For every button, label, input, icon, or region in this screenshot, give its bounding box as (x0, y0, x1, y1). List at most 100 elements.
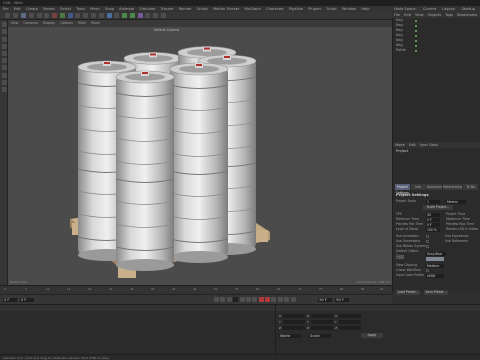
size-y-input[interactable] (310, 320, 333, 324)
position-key-icon[interactable] (277, 297, 283, 302)
array-icon[interactable] (129, 13, 135, 18)
attr-menu-edit[interactable]: Edit (407, 142, 418, 148)
list-item[interactable]: Pallet (393, 48, 480, 53)
pen-icon[interactable] (114, 13, 120, 18)
coord-mode-select[interactable]: Scale (309, 333, 331, 338)
default-object-color-select[interactable]: Gray-Blue (426, 251, 446, 256)
rotation-y-input[interactable] (338, 320, 361, 324)
light-icon[interactable] (161, 13, 167, 18)
size-z-input[interactable] (311, 326, 334, 330)
project-scale-unit[interactable]: Meters (446, 199, 466, 204)
rotation-key-icon[interactable] (290, 297, 296, 302)
tab-referencing[interactable]: Referencing (443, 184, 463, 190)
render-picture-viewer-icon[interactable] (90, 13, 96, 18)
go-to-start-icon[interactable] (214, 297, 219, 302)
live-select-icon[interactable] (20, 13, 26, 18)
rotation-x-input[interactable] (339, 314, 362, 318)
viewport-menu-view[interactable]: View (8, 20, 21, 27)
frame-current-input[interactable]: 0 F (20, 297, 34, 302)
visibility-icon[interactable] (414, 29, 417, 32)
position-y-input[interactable] (282, 320, 305, 324)
coord-space-select[interactable]: World (279, 333, 301, 338)
viewport-menu-filter[interactable]: Filter (75, 20, 88, 27)
scale-project-button[interactable]: Scale Project... (423, 205, 453, 210)
size-x-input[interactable] (311, 314, 334, 318)
viewport-menu-options[interactable]: Options (58, 20, 76, 27)
field-input[interactable]: 100 % (426, 227, 440, 232)
use-generators-checkbox[interactable] (426, 240, 429, 243)
attr-menu-mode[interactable]: Mode (393, 142, 407, 148)
field-input[interactable]: 0 F (426, 217, 440, 222)
redo-icon[interactable] (13, 13, 19, 18)
field-input[interactable]: 0 F (426, 222, 440, 227)
workplane-icon[interactable] (1, 79, 7, 85)
visibility-icon[interactable] (414, 44, 417, 47)
scale-key-icon[interactable] (284, 297, 290, 302)
rotate-icon[interactable] (44, 13, 50, 18)
axis-mode-icon[interactable] (1, 65, 7, 71)
project-scale-input[interactable]: 1 (426, 199, 440, 204)
3d-viewport[interactable]: Default Camera Perspective Grid Spacing … (8, 27, 392, 285)
visibility-icon[interactable] (414, 19, 417, 22)
previous-key-icon[interactable] (220, 297, 226, 302)
use-motion-system-checkbox[interactable] (426, 245, 429, 248)
polygons-mode-icon[interactable] (1, 58, 7, 64)
visibility-icon[interactable] (414, 39, 417, 42)
visibility-icon[interactable] (414, 34, 417, 37)
viewport-menu-display[interactable]: Display (40, 20, 57, 27)
tab-project-settings[interactable]: Project Settings (395, 184, 410, 195)
tab-to-do[interactable]: To Do (463, 184, 478, 190)
z-axis-icon[interactable] (67, 13, 73, 18)
record-icon[interactable] (258, 297, 264, 302)
visibility-icon[interactable] (414, 49, 417, 52)
viewport-menu-panel[interactable]: Panel (89, 20, 103, 27)
scale-icon[interactable] (36, 13, 42, 18)
deformer-icon[interactable] (137, 13, 143, 18)
load-preset-button[interactable]: Load Preset... (396, 290, 420, 295)
points-mode-icon[interactable] (1, 43, 7, 49)
coordinate-system-icon[interactable] (75, 13, 81, 18)
position-z-input[interactable] (283, 326, 306, 330)
save-preset-button[interactable]: Save Preset... (424, 290, 448, 295)
timeline-ruler[interactable]: 0 5 10 15 20 25 30 35 40 45 50 55 60 65 … (0, 285, 392, 294)
position-x-input[interactable] (283, 314, 306, 318)
solo-icon[interactable] (1, 86, 7, 92)
frame-end-input[interactable]: 90 F (318, 297, 333, 302)
autokey-icon[interactable] (265, 297, 270, 302)
view-clipping-select[interactable]: Medium (426, 263, 444, 268)
texture-mode-icon[interactable] (1, 36, 7, 42)
use-animation-checkbox[interactable] (426, 235, 429, 238)
visibility-icon[interactable] (414, 24, 417, 27)
previous-frame-icon[interactable] (226, 297, 232, 302)
field-input[interactable]: 30 (426, 212, 440, 217)
move-icon[interactable] (28, 13, 34, 18)
render-view-icon[interactable] (83, 13, 89, 18)
viewport-menu-cameras[interactable]: Cameras (21, 20, 41, 27)
edges-mode-icon[interactable] (1, 50, 7, 56)
linear-workflow-checkbox[interactable] (426, 269, 429, 272)
x-axis-icon[interactable] (52, 13, 58, 18)
frame-end-preview-input[interactable]: 90 F (335, 297, 350, 302)
camera-icon[interactable] (153, 13, 159, 18)
make-editable-icon[interactable] (1, 22, 7, 28)
rotation-z-input[interactable] (339, 326, 362, 330)
next-frame-icon[interactable] (239, 297, 245, 302)
snap-icon[interactable] (1, 72, 7, 78)
keyframe-selection-icon[interactable] (271, 297, 277, 302)
attr-menu-user-data[interactable]: User Data (418, 142, 440, 148)
undo-icon[interactable] (5, 13, 11, 18)
frame-start-input[interactable]: 0 F (3, 297, 17, 302)
model-mode-icon[interactable] (1, 29, 7, 35)
scene-icon[interactable] (145, 13, 151, 18)
tab-info[interactable]: Info (410, 184, 426, 190)
next-key-icon[interactable] (245, 297, 251, 302)
cube-icon[interactable] (106, 13, 112, 18)
y-axis-icon[interactable] (59, 13, 65, 18)
color-swatch[interactable] (426, 256, 444, 261)
subdivision-icon[interactable] (122, 13, 128, 18)
tab-dynamics[interactable]: Dynamics (426, 184, 443, 190)
go-to-end-icon[interactable] (252, 297, 258, 302)
render-settings-icon[interactable] (98, 13, 104, 18)
input-color-profile-select[interactable]: sRGB (426, 273, 444, 278)
play-icon[interactable] (233, 297, 239, 302)
